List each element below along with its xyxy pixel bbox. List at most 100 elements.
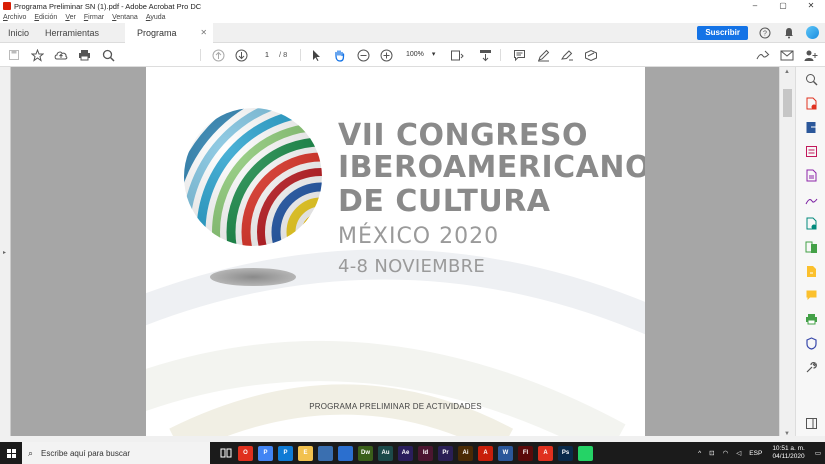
prev-page-icon[interactable]: [210, 47, 226, 63]
fill-sign-tool-icon[interactable]: [805, 193, 818, 206]
clock-date: 04/11/2020: [772, 453, 805, 460]
edit-pdf-icon[interactable]: [805, 145, 818, 158]
taskbar-app-whatsapp-icon[interactable]: [578, 445, 593, 461]
add-user-icon[interactable]: [803, 47, 819, 63]
tab-document[interactable]: Programa Prelimin... ✕: [125, 22, 214, 58]
taskbar-app-explorer-icon[interactable]: E: [298, 445, 313, 461]
search-icon: ⌕: [28, 447, 34, 458]
taskbar-app-indesign-icon[interactable]: Id: [418, 445, 433, 461]
menu-archivo[interactable]: Archivo: [3, 14, 26, 21]
taskbar-app-mail-icon[interactable]: [338, 445, 353, 461]
save-icon[interactable]: [6, 47, 22, 63]
taskbar-clock[interactable]: 10:51 a. m. 04/11/2020: [772, 445, 805, 461]
vertical-scrollbar[interactable]: ▲ ▼: [779, 67, 795, 442]
taskbar-search[interactable]: ⌕ Escribe aquí para buscar: [22, 442, 210, 464]
taskbar-app-illustrator-icon[interactable]: Ai: [458, 445, 473, 461]
taskbar-search-placeholder: Escribe aquí para buscar: [41, 448, 130, 458]
taskbar-app-acrobat-icon[interactable]: A: [538, 445, 553, 461]
page-number-input[interactable]: 1: [257, 49, 277, 61]
user-avatar[interactable]: [806, 26, 819, 39]
sign-icon[interactable]: [755, 47, 771, 63]
fill-sign-icon[interactable]: [583, 47, 599, 63]
pen-icon[interactable]: [535, 47, 551, 63]
taskbar-app-flash-icon[interactable]: Fl: [518, 445, 533, 461]
start-button[interactable]: [0, 442, 22, 464]
scrollbar-thumb[interactable]: [783, 89, 792, 117]
scroll-up-icon[interactable]: ▲: [784, 69, 790, 75]
zoom-out-icon[interactable]: [355, 47, 371, 63]
toolbar-divider: [300, 49, 301, 61]
comment-tool-icon[interactable]: [805, 289, 818, 302]
close-window-button[interactable]: ✕: [797, 0, 825, 12]
task-view-icon[interactable]: [218, 446, 233, 461]
taskbar-app-word-icon[interactable]: W: [498, 445, 513, 461]
create-pdf-icon[interactable]: [805, 97, 818, 110]
export-pdf-icon[interactable]: [805, 121, 818, 134]
menu-firmar[interactable]: Firmar: [84, 14, 104, 21]
zoom-tool-icon[interactable]: [805, 73, 818, 86]
mail-icon[interactable]: [779, 47, 795, 63]
menu-ver[interactable]: Ver: [65, 14, 76, 21]
page-total: / 8: [279, 50, 288, 59]
maximize-button[interactable]: ▢: [769, 0, 797, 12]
tab-inicio[interactable]: Inicio: [0, 23, 37, 43]
zoom-in-icon[interactable]: [378, 47, 394, 63]
taskbar-app-store-icon[interactable]: [318, 445, 333, 461]
help-icon[interactable]: ?: [758, 26, 772, 40]
zoom-select[interactable]: 100% ▾: [400, 49, 436, 61]
taskbar-app-chrome-icon[interactable]: P: [258, 445, 273, 461]
taskbar-app-edge-icon[interactable]: P: [278, 445, 293, 461]
volume-icon[interactable]: ◁: [736, 449, 741, 457]
search-icon[interactable]: [100, 47, 116, 63]
left-panel-toggle[interactable]: ▸: [0, 67, 11, 442]
scroll-mode-icon[interactable]: [477, 47, 493, 63]
combine-files-icon[interactable]: [805, 241, 818, 254]
send-review-icon[interactable]: [805, 217, 818, 230]
input-language[interactable]: ESP: [749, 450, 762, 457]
hand-tool-icon[interactable]: [331, 47, 347, 63]
window-title: Programa Preliminar SN (1).pdf - Adobe A…: [14, 1, 202, 11]
comment-icon[interactable]: [511, 47, 527, 63]
taskbar-app-audition-icon[interactable]: Au: [378, 445, 393, 461]
cloud-upload-icon[interactable]: [53, 47, 69, 63]
organize-pages-icon[interactable]: [805, 169, 818, 182]
star-icon[interactable]: [29, 47, 45, 63]
more-tools-icon[interactable]: [805, 361, 818, 374]
zoom-value: 100%: [406, 51, 424, 58]
taskbar-apps: O P P E Dw Au Ae Id Pr Ai A W Fl A Ps: [236, 445, 596, 461]
window-controls: – ▢ ✕: [741, 0, 825, 12]
wifi-icon[interactable]: ◠: [723, 449, 729, 457]
taskbar-app-acrobat-dc-icon[interactable]: A: [478, 445, 493, 461]
network-icon[interactable]: ⊡: [709, 449, 714, 457]
minimize-button[interactable]: –: [741, 0, 769, 12]
print-icon[interactable]: [76, 47, 92, 63]
toolbar-divider: [500, 49, 501, 61]
taskbar-app-photoshop-icon[interactable]: Ps: [558, 445, 573, 461]
chevron-down-icon: ▾: [431, 51, 436, 58]
taskbar-app-premiere-icon[interactable]: Pr: [438, 445, 453, 461]
tab-herramientas[interactable]: Herramientas: [37, 23, 107, 43]
collapse-panel-icon[interactable]: [805, 417, 818, 430]
tab-close-icon[interactable]: ✕: [200, 23, 207, 43]
menu-ventana[interactable]: Ventana: [112, 14, 138, 21]
highlight-icon[interactable]: [559, 47, 575, 63]
right-tools-panel: [795, 67, 825, 442]
windows-taskbar: ⌕ Escribe aquí para buscar O P P E Dw Au Ae Id P…: [0, 442, 825, 464]
protect-icon[interactable]: [805, 337, 818, 350]
page-fit-icon[interactable]: [449, 47, 465, 63]
tray-chevron-icon[interactable]: ^: [698, 450, 701, 457]
subscribe-button[interactable]: Suscribir: [697, 25, 748, 40]
taskbar-app-opera-icon[interactable]: O: [238, 445, 253, 461]
share-icon[interactable]: [805, 265, 818, 278]
chevron-right-icon: ▸: [3, 250, 7, 256]
select-cursor-icon[interactable]: [308, 47, 324, 63]
menu-edicion[interactable]: Edición: [34, 14, 57, 21]
taskbar-app-dreamweaver-icon[interactable]: Dw: [358, 445, 373, 461]
print-production-icon[interactable]: [805, 313, 818, 326]
taskbar-app-after-effects-icon[interactable]: Ae: [398, 445, 413, 461]
notifications-icon[interactable]: ▭: [815, 449, 821, 457]
bell-icon[interactable]: [782, 26, 796, 40]
system-tray: ^ ⊡ ◠ ◁ ESP 10:51 a. m. 04/11/2020 ▭: [694, 442, 825, 464]
menu-ayuda[interactable]: Ayuda: [146, 14, 166, 21]
next-page-icon[interactable]: [233, 47, 249, 63]
